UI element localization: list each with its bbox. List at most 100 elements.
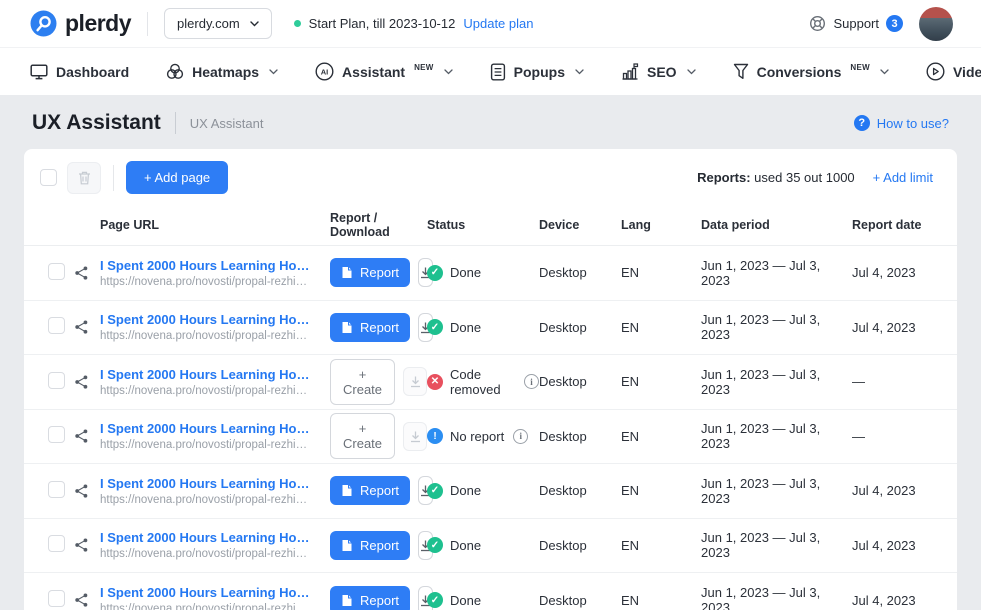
select-all-checkbox[interactable]: [40, 169, 57, 186]
device-cell: Desktop: [539, 483, 587, 499]
share-icon[interactable]: [74, 483, 89, 499]
lang-cell: EN: [621, 483, 640, 499]
page-url: https://novena.pro/novosti/propal-rezhim…: [100, 493, 316, 506]
add-page-button[interactable]: + Add page: [126, 161, 229, 194]
data-period-cell: Jun 1, 2023 — Jul 3, 2023: [701, 475, 821, 506]
row-checkbox[interactable]: [48, 535, 65, 553]
how-to-use-link[interactable]: How to use?: [877, 116, 949, 131]
divider: [147, 11, 149, 36]
device-cell: Desktop: [539, 265, 587, 281]
toolbar-right: Reports: used 35 out 1000 + Add limit: [697, 170, 933, 185]
status-text: Done: [450, 265, 482, 281]
nav-item-seo[interactable]: SEO: [621, 63, 696, 80]
add-limit-link[interactable]: + Add limit: [873, 170, 933, 185]
row-checkbox[interactable]: [48, 590, 65, 608]
user-avatar[interactable]: [919, 6, 953, 41]
nav-item-assistant[interactable]: AI Assistant NEW: [315, 62, 453, 81]
funnel-icon: [733, 63, 748, 79]
share-icon[interactable]: [74, 265, 89, 281]
table-row: I Spent 2000 Hours Learning How To Learn…: [24, 519, 957, 573]
report-date-cell: Jul 4, 2023: [852, 319, 916, 335]
share-icon[interactable]: [74, 428, 89, 444]
page-title-link[interactable]: I Spent 2000 Hours Learning How To Learn…: [100, 367, 316, 382]
report-button[interactable]: Report: [330, 312, 411, 342]
page-title-link[interactable]: I Spent 2000 Hours Learning How To Learn…: [100, 476, 316, 491]
page-title-link[interactable]: I Spent 2000 Hours Learning How To Learn…: [100, 312, 316, 327]
page-title-link[interactable]: I Spent 2000 Hours Learning How To Learn…: [100, 585, 316, 600]
report-button[interactable]: Report: [330, 585, 411, 610]
report-button[interactable]: Report: [330, 258, 411, 288]
status-icon: ✓: [427, 537, 443, 554]
nav-item-dashboard[interactable]: Dashboard: [30, 64, 129, 80]
reports-counter: Reports: used 35 out 1000: [697, 170, 855, 185]
page-title-link[interactable]: I Spent 2000 Hours Learning How To Learn…: [100, 258, 316, 273]
col-header-page-url: Page URL: [100, 217, 160, 232]
row-checkbox[interactable]: [48, 371, 65, 389]
update-plan-link[interactable]: Update plan: [463, 16, 533, 31]
table-row: I Spent 2000 Hours Learning How To Learn…: [24, 301, 957, 355]
row-checkbox[interactable]: [48, 262, 65, 280]
nav-item-video[interactable]: Video: [926, 62, 981, 81]
chevron-down-icon: [249, 20, 259, 26]
share-icon[interactable]: [74, 537, 89, 553]
svg-text:AI: AI: [321, 68, 329, 77]
trash-icon: [78, 171, 90, 184]
page-url: https://novena.pro/novosti/propal-rezhim…: [100, 330, 316, 343]
table-header: Page URL Report / Download Status Device…: [24, 204, 957, 246]
plan-status-text: Start Plan, till 2023-10-12: [308, 16, 456, 31]
nav-item-heatmaps[interactable]: Heatmaps: [166, 63, 278, 80]
report-date-cell: Jul 4, 2023: [852, 265, 916, 281]
brand[interactable]: plerdy: [30, 10, 132, 37]
share-icon[interactable]: [74, 592, 89, 608]
domain-selector[interactable]: plerdy.com: [164, 8, 272, 39]
page-title-row: UX Assistant UX Assistant ? How to use?: [0, 95, 981, 149]
device-cell: Desktop: [539, 319, 587, 335]
row-checkbox[interactable]: [48, 317, 65, 335]
plan-status-wrap: Start Plan, till 2023-10-12 Update plan: [293, 16, 533, 31]
create-button-label: + Create: [343, 421, 383, 452]
video-play-icon: [926, 62, 945, 81]
report-button-label: Report: [360, 265, 400, 281]
reports-card: + Add page Reports: used 35 out 1000 + A…: [24, 149, 957, 610]
lifebuoy-icon: [810, 15, 826, 32]
row-checkbox[interactable]: [48, 426, 65, 444]
status-text: No report: [450, 428, 505, 444]
nav-item-popups[interactable]: Popups: [490, 63, 584, 81]
status-text: Code removed: [450, 366, 501, 397]
create-button[interactable]: + Create: [330, 413, 396, 460]
page-title-link[interactable]: I Spent 2000 Hours Learning How To Learn…: [100, 421, 316, 436]
data-period-cell: Jun 1, 2023 — Jul 3, 2023: [701, 257, 821, 288]
nav-item-conversions[interactable]: Conversions NEW: [733, 63, 889, 80]
support-button[interactable]: Support 3: [809, 15, 903, 32]
page-url: https://novena.pro/novosti/propal-rezhim…: [100, 439, 316, 452]
table-row: I Spent 2000 Hours Learning How To Learn…: [24, 246, 957, 301]
report-button[interactable]: Report: [330, 476, 411, 506]
status-icon: ✕: [427, 373, 443, 390]
status-text: Done: [450, 319, 482, 335]
data-period-cell: Jun 1, 2023 — Jul 3, 2023: [701, 585, 821, 610]
how-to-use[interactable]: ? How to use?: [853, 115, 949, 131]
delete-button[interactable]: [67, 161, 101, 194]
page-url: https://novena.pro/novosti/propal-rezhim…: [100, 384, 316, 397]
device-cell: Desktop: [539, 592, 587, 608]
page-title-link[interactable]: I Spent 2000 Hours Learning How To Learn…: [100, 530, 316, 545]
col-header-report-download: Report / Download: [330, 210, 390, 239]
lang-cell: EN: [621, 374, 640, 390]
status-icon: ✓: [427, 264, 443, 281]
table-row: I Spent 2000 Hours Learning How To Learn…: [24, 355, 957, 410]
report-date-cell: Jul 4, 2023: [852, 592, 916, 608]
popups-document-icon: [490, 63, 505, 81]
report-button[interactable]: Report: [330, 530, 411, 560]
download-button[interactable]: [403, 367, 427, 397]
table-body: I Spent 2000 Hours Learning How To Learn…: [24, 246, 957, 610]
row-checkbox[interactable]: [48, 480, 65, 498]
info-icon[interactable]: i: [513, 428, 529, 444]
create-button[interactable]: + Create: [330, 358, 396, 405]
report-document-icon: [342, 267, 352, 279]
download-button[interactable]: [403, 421, 427, 451]
info-icon[interactable]: i: [524, 374, 539, 390]
share-icon[interactable]: [74, 374, 89, 390]
data-period-cell: Jun 1, 2023 — Jul 3, 2023: [701, 421, 821, 452]
share-icon[interactable]: [74, 319, 89, 335]
reports-counter-usage: used 35 out 1000: [754, 170, 855, 185]
